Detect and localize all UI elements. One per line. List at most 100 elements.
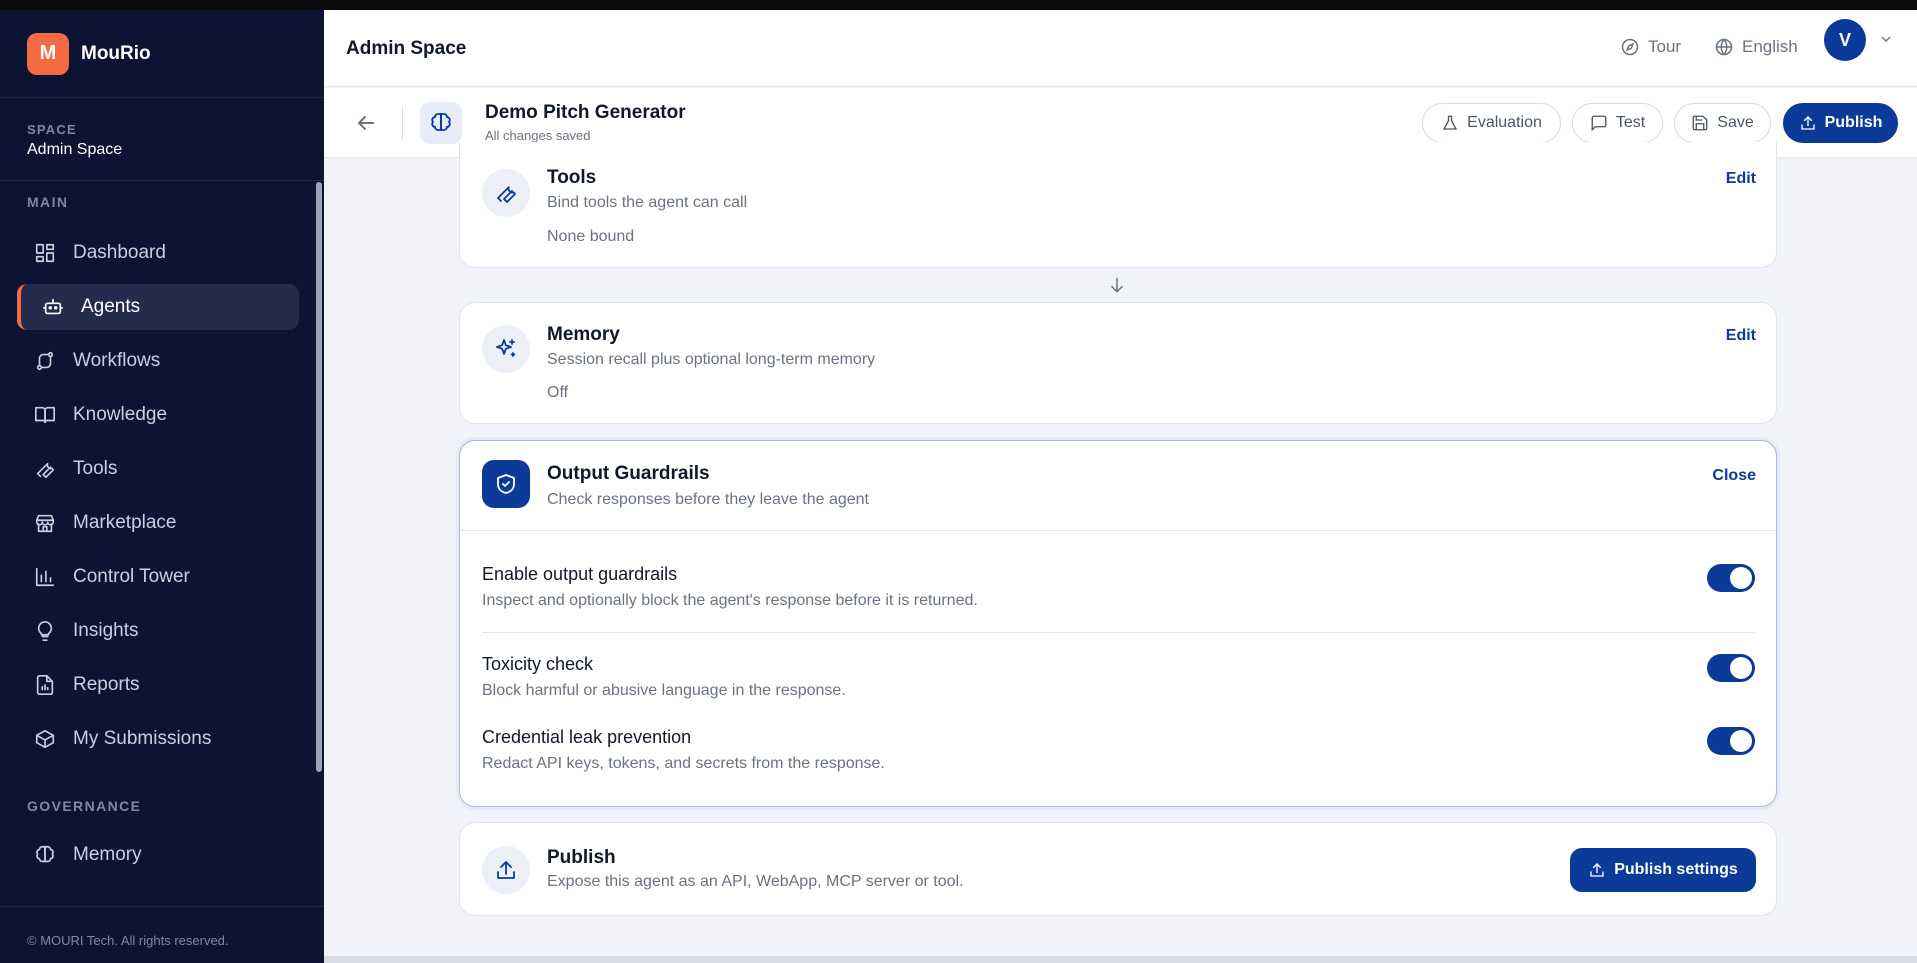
save-status: All changes saved	[485, 128, 591, 143]
chat-icon	[1591, 115, 1607, 132]
toxicity-check-toggle[interactable]	[1707, 654, 1755, 682]
sidebar-item-label: Marketplace	[73, 512, 177, 533]
card-title: Output Guardrails	[547, 463, 710, 484]
floppy-disk-icon	[1692, 115, 1708, 131]
arrow-down-icon	[1111, 277, 1123, 293]
upload-icon	[1800, 116, 1815, 130]
card-subtitle: Check responses before they leave the ag…	[547, 491, 869, 508]
page-title: Admin Space	[346, 38, 467, 59]
compass-icon	[1621, 38, 1639, 56]
tools-edit-link[interactable]: Edit	[1726, 170, 1756, 188]
top-header: Admin Space Tour English	[324, 10, 1917, 87]
card-subtitle: Session recall plus optional long-term m…	[547, 351, 876, 368]
space-value: Admin Space	[27, 141, 123, 158]
lightbulb-icon	[33, 619, 57, 643]
card-value: None bound	[547, 228, 635, 245]
sidebar-item-memory[interactable]: Memory	[17, 832, 299, 878]
sidebar-item-label: Agents	[81, 296, 141, 317]
wrench-icon	[482, 169, 530, 217]
toggle-desc-toxicity: Block harmful or abusive language in the…	[482, 682, 846, 699]
card-subtitle: Expose this agent as an API, WebApp, MCP…	[547, 873, 964, 890]
language-label: English	[1742, 37, 1798, 56]
section-label-governance: GOVERNANCE	[27, 798, 142, 814]
card-title: Publish	[547, 847, 616, 868]
tools-card: Tools Bind tools the agent can call None…	[459, 142, 1777, 268]
sidebar-scrollbar[interactable]	[316, 182, 322, 772]
toggle-desc-credential-leak: Redact API keys, tokens, and secrets fro…	[482, 755, 885, 772]
sidebar-item-insights[interactable]: Insights	[17, 608, 299, 654]
workflow-icon	[33, 349, 57, 373]
sidebar-item-workflows[interactable]: Workflows	[17, 338, 299, 384]
sidebar-footer: © MOURI Tech. All rights reserved.	[0, 906, 324, 963]
chevron-down-icon[interactable]	[1878, 31, 1894, 47]
brain-icon	[33, 843, 57, 867]
sidebar-item-label: My Submissions	[73, 728, 212, 749]
sidebar-item-label: Control Tower	[73, 566, 190, 587]
brand-name: MouRio	[81, 42, 151, 64]
card-title: Tools	[547, 167, 597, 188]
sidebar-item-label: Reports	[73, 674, 140, 695]
window-bottom-strip	[324, 956, 1917, 963]
flask-icon	[1443, 115, 1458, 130]
enable-guardrails-toggle[interactable]	[1707, 564, 1755, 592]
toggle-title-toxicity: Toxicity check	[482, 654, 594, 674]
save-button[interactable]: Save	[1674, 103, 1771, 143]
globe-icon	[1715, 38, 1733, 56]
divider	[460, 530, 1776, 531]
report-icon	[33, 673, 57, 697]
robot-icon	[41, 295, 65, 319]
test-button[interactable]: Test	[1572, 103, 1663, 143]
space-label: SPACE	[27, 122, 77, 137]
sidebar-item-control-tower[interactable]: Control Tower	[17, 554, 299, 600]
sidebar-item-reports[interactable]: Reports	[17, 662, 299, 708]
toggle-knob	[1730, 730, 1752, 752]
sidebar-item-label: Tools	[73, 458, 118, 479]
publish-label: Publish	[1824, 114, 1883, 131]
sidebar-item-agents[interactable]: Agents	[17, 284, 299, 330]
memory-edit-link[interactable]: Edit	[1726, 327, 1756, 345]
toggle-title-enable-guardrails: Enable output guardrails	[482, 564, 678, 584]
sidebar-item-label: Insights	[73, 620, 139, 641]
publish-settings-label: Publish settings	[1614, 861, 1738, 878]
evaluation-label: Evaluation	[1467, 114, 1542, 131]
evaluation-button[interactable]: Evaluation	[1422, 103, 1561, 143]
space-selector[interactable]: SPACE Admin Space	[0, 98, 324, 181]
memory-card: Memory Session recall plus optional long…	[459, 302, 1777, 424]
sidebar-item-label: Workflows	[73, 350, 161, 371]
dashboard-icon	[33, 241, 57, 265]
shield-check-icon	[482, 460, 530, 508]
sparkles-icon	[482, 325, 530, 373]
upload-icon	[482, 846, 530, 894]
store-icon	[33, 511, 57, 535]
toggle-desc-enable-guardrails: Inspect and optionally block the agent's…	[482, 592, 978, 609]
publish-settings-button[interactable]: Publish settings	[1570, 848, 1756, 892]
brand-logo: M	[27, 32, 69, 75]
sidebar-item-label: Knowledge	[73, 404, 168, 425]
sidebar-item-knowledge[interactable]: Knowledge	[17, 392, 299, 438]
window-top-strip	[0, 0, 1917, 10]
credential-leak-toggle[interactable]	[1707, 727, 1755, 755]
card-subtitle: Bind tools the agent can call	[547, 194, 748, 211]
upload-icon	[1590, 863, 1604, 877]
tour-label: Tour	[1648, 37, 1682, 56]
output-guardrails-card: Output Guardrails Check responses before…	[459, 440, 1777, 807]
guardrails-close-link[interactable]: Close	[1712, 467, 1756, 485]
book-icon	[33, 403, 57, 427]
toggle-knob	[1730, 657, 1752, 679]
sidebar-item-my-submissions[interactable]: My Submissions	[17, 716, 299, 762]
user-avatar[interactable]: V	[1824, 19, 1866, 61]
brand[interactable]: M MouRio	[0, 10, 324, 98]
divider	[402, 106, 403, 140]
brain-icon	[420, 102, 462, 144]
back-arrow-icon[interactable]	[354, 111, 378, 135]
publish-card: Publish Expose this agent as an API, Web…	[459, 822, 1777, 916]
publish-button[interactable]: Publish	[1783, 103, 1898, 143]
tour-link[interactable]: Tour	[1620, 37, 1681, 57]
sidebar-item-dashboard[interactable]: Dashboard	[17, 230, 299, 276]
bar-chart-icon	[33, 565, 57, 589]
test-label: Test	[1615, 114, 1646, 131]
language-selector[interactable]: English	[1714, 37, 1798, 57]
sidebar-item-marketplace[interactable]: Marketplace	[17, 500, 299, 546]
sidebar-item-label: Memory	[73, 844, 142, 865]
sidebar-item-tools[interactable]: Tools	[17, 446, 299, 492]
